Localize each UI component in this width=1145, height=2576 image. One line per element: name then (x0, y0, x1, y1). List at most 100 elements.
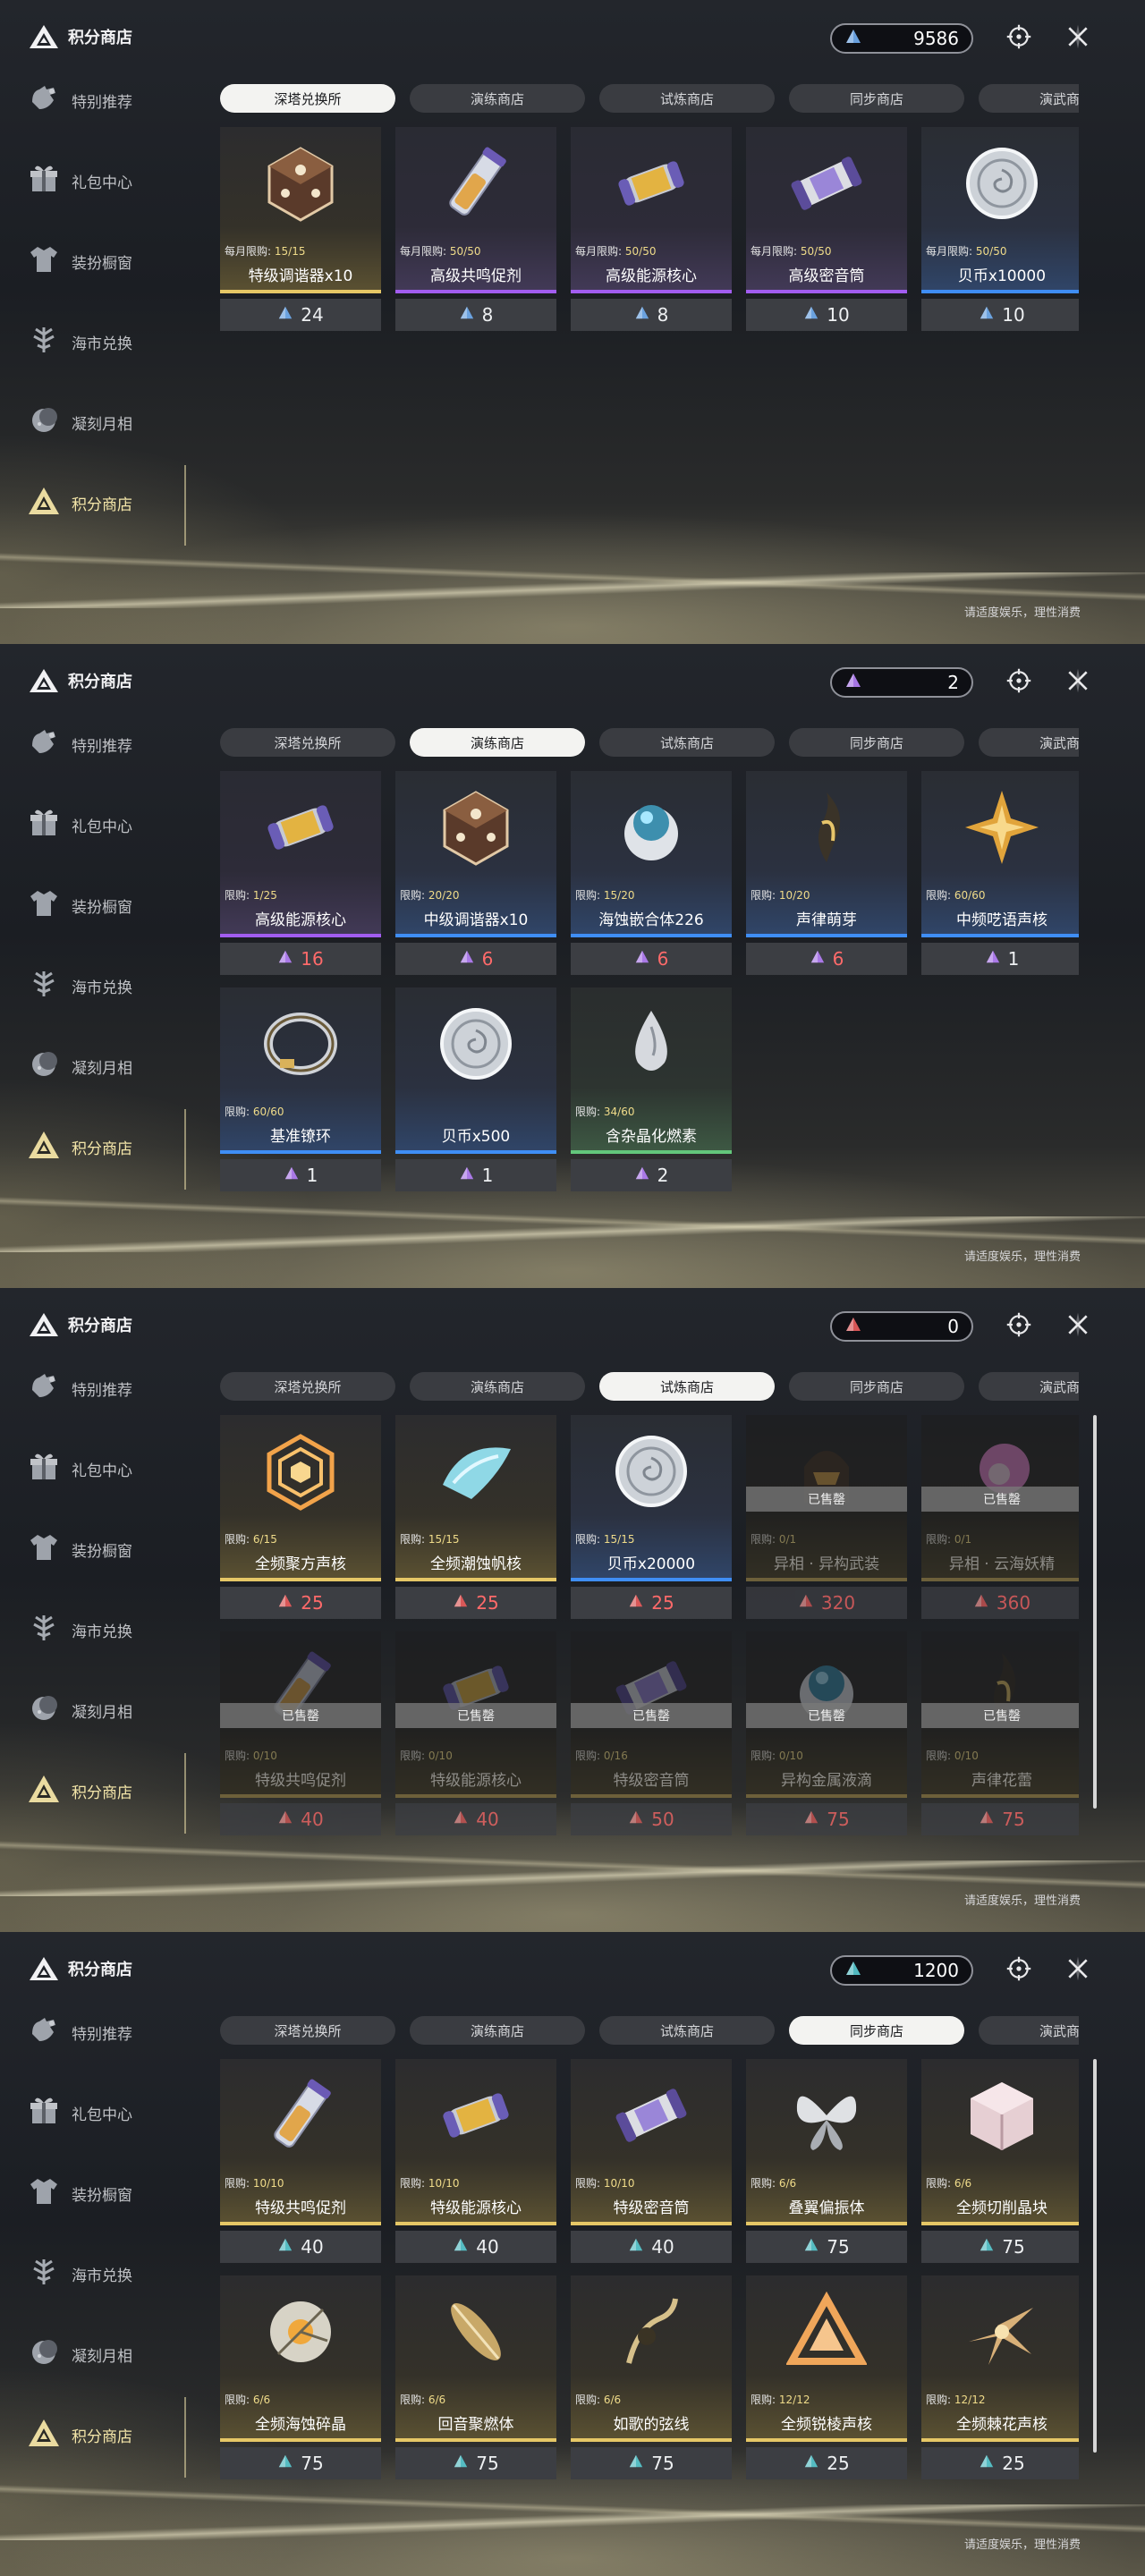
item-card[interactable]: 限购: 10/10 特级密音筒 40 (571, 2059, 732, 2263)
item-card[interactable]: 限购: 10/20 声律萌芽 6 (746, 771, 907, 975)
item-card[interactable]: 已售罄 限购: 0/10 声律花蕾 75 (921, 1631, 1079, 1835)
price-button[interactable]: 2 (571, 1159, 732, 1191)
item-card[interactable]: 限购: 6/6 全频海蚀碎晶 75 (220, 2275, 381, 2479)
price-button[interactable]: 10 (746, 299, 907, 331)
currency-balance[interactable]: 9586 (830, 23, 973, 54)
tab-2[interactable]: 试炼商店 (599, 2016, 775, 2045)
price-button[interactable]: 6 (571, 943, 732, 975)
item-card[interactable]: 限购: 6/6 全频切削晶块 75 (921, 2059, 1079, 2263)
crosshair-icon[interactable] (1004, 665, 1034, 696)
tab-3[interactable]: 同步商店 (789, 728, 964, 757)
item-card[interactable]: 已售罄 限购: 0/1 异相 · 异构武装 320 (746, 1415, 907, 1619)
tab-4[interactable]: 演武商店 (979, 728, 1079, 757)
price-button[interactable]: 10 (921, 299, 1079, 331)
tab-3[interactable]: 同步商店 (789, 1372, 964, 1401)
crosshair-icon[interactable] (1004, 1309, 1034, 1340)
tab-4[interactable]: 演武商店 (979, 2016, 1079, 2045)
price-button[interactable]: 50 (571, 1803, 732, 1835)
sidebar-item-5[interactable]: 积分商店 (27, 1127, 179, 1166)
item-card[interactable]: 限购: 60/60 基准镣环 1 (220, 987, 381, 1191)
price-button[interactable]: 25 (571, 1587, 732, 1619)
price-button[interactable]: 16 (220, 943, 381, 975)
tab-1[interactable]: 演练商店 (410, 1372, 585, 1401)
sidebar-item-5[interactable]: 积分商店 (27, 2415, 179, 2454)
close-icon[interactable] (1063, 1953, 1093, 1984)
sidebar-item-5[interactable]: 积分商店 (27, 1771, 179, 1810)
sidebar-item-2[interactable]: 装扮橱窗 (27, 242, 179, 281)
price-button[interactable]: 1 (395, 1159, 556, 1191)
item-card[interactable]: 已售罄 限购: 0/1 异相 · 云海妖精 360 (921, 1415, 1079, 1619)
price-button[interactable]: 1 (220, 1159, 381, 1191)
item-card[interactable]: 限购: 15/15 贝币x20000 25 (571, 1415, 732, 1619)
tab-2[interactable]: 试炼商店 (599, 728, 775, 757)
item-card[interactable]: 限购: 15/20 海蚀嵌合体226 6 (571, 771, 732, 975)
item-card[interactable]: 限购: 34/60 含杂晶化燃素 2 (571, 987, 732, 1191)
item-card[interactable]: 限购: 6/6 叠翼偏振体 75 (746, 2059, 907, 2263)
sidebar-item-1[interactable]: 礼包中心 (27, 2093, 179, 2132)
tab-2[interactable]: 试炼商店 (599, 1372, 775, 1401)
item-card[interactable]: 限购: 15/15 全频潮蚀帆核 25 (395, 1415, 556, 1619)
close-icon[interactable] (1063, 21, 1093, 52)
tab-1[interactable]: 演练商店 (410, 2016, 585, 2045)
sidebar-item-0[interactable]: 特别推荐 (27, 2012, 179, 2052)
price-button[interactable]: 6 (395, 943, 556, 975)
price-button[interactable]: 40 (220, 2231, 381, 2263)
sidebar-item-4[interactable]: 凝刻月相 (27, 2334, 179, 2374)
sidebar-item-0[interactable]: 特别推荐 (27, 80, 179, 120)
crosshair-icon[interactable] (1004, 1953, 1034, 1984)
currency-balance[interactable]: 2 (830, 667, 973, 698)
price-button[interactable]: 75 (746, 1803, 907, 1835)
sidebar-item-0[interactable]: 特别推荐 (27, 724, 179, 764)
sidebar-item-3[interactable]: 海市兑换 (27, 966, 179, 1005)
tab-0[interactable]: 深塔兑换所 (220, 2016, 395, 2045)
sidebar-item-2[interactable]: 装扮橱窗 (27, 886, 179, 925)
sidebar-item-4[interactable]: 凝刻月相 (27, 1046, 179, 1086)
sidebar-item-2[interactable]: 装扮橱窗 (27, 2174, 179, 2213)
price-button[interactable]: 360 (921, 1587, 1079, 1619)
item-card[interactable]: 每月限购: 50/50 贝币x10000 10 (921, 127, 1079, 331)
scrollbar[interactable] (1093, 1415, 1097, 1809)
item-card[interactable]: 限购: 20/20 中级调谐器x10 6 (395, 771, 556, 975)
price-button[interactable]: 40 (395, 1803, 556, 1835)
item-card[interactable]: 限购: 60/60 中频呓语声核 1 (921, 771, 1079, 975)
tab-0[interactable]: 深塔兑换所 (220, 728, 395, 757)
price-button[interactable]: 75 (220, 2447, 381, 2479)
price-button[interactable]: 25 (395, 1587, 556, 1619)
item-card[interactable]: 限购: 6/6 如歌的弦线 75 (571, 2275, 732, 2479)
item-card[interactable]: 已售罄 限购: 0/10 特级共鸣促剂 40 (220, 1631, 381, 1835)
tab-3[interactable]: 同步商店 (789, 2016, 964, 2045)
item-card[interactable]: 限购: 12/12 全频锐棱声核 25 (746, 2275, 907, 2479)
price-button[interactable]: 40 (571, 2231, 732, 2263)
item-card[interactable]: 限购: 6/15 全频聚方声核 25 (220, 1415, 381, 1619)
sidebar-item-4[interactable]: 凝刻月相 (27, 1690, 179, 1730)
sidebar-item-4[interactable]: 凝刻月相 (27, 402, 179, 442)
price-button[interactable]: 75 (746, 2231, 907, 2263)
currency-balance[interactable]: 0 (830, 1311, 973, 1342)
item-card[interactable]: 每月限购: 50/50 高级密音筒 10 (746, 127, 907, 331)
price-button[interactable]: 6 (746, 943, 907, 975)
price-button[interactable]: 25 (921, 2447, 1079, 2479)
item-card[interactable]: 已售罄 限购: 0/16 特级密音筒 50 (571, 1631, 732, 1835)
price-button[interactable]: 40 (395, 2231, 556, 2263)
item-card[interactable]: 已售罄 限购: 0/10 异构金属液滴 75 (746, 1631, 907, 1835)
tab-1[interactable]: 演练商店 (410, 84, 585, 113)
price-button[interactable]: 25 (220, 1587, 381, 1619)
price-button[interactable]: 25 (746, 2447, 907, 2479)
close-icon[interactable] (1063, 665, 1093, 696)
item-card[interactable]: 限购: 6/6 回音聚燃体 75 (395, 2275, 556, 2479)
sidebar-item-1[interactable]: 礼包中心 (27, 1449, 179, 1488)
sidebar-item-3[interactable]: 海市兑换 (27, 2254, 179, 2293)
price-button[interactable]: 8 (395, 299, 556, 331)
tab-4[interactable]: 演武商店 (979, 84, 1079, 113)
item-card[interactable]: 贝币x500 1 (395, 987, 556, 1191)
tab-0[interactable]: 深塔兑换所 (220, 84, 395, 113)
item-card[interactable]: 限购: 12/12 全频棘花声核 25 (921, 2275, 1079, 2479)
price-button[interactable]: 1 (921, 943, 1079, 975)
sidebar-item-2[interactable]: 装扮橱窗 (27, 1530, 179, 1569)
price-button[interactable]: 320 (746, 1587, 907, 1619)
item-card[interactable]: 每月限购: 50/50 高级共鸣促剂 8 (395, 127, 556, 331)
crosshair-icon[interactable] (1004, 21, 1034, 52)
item-card[interactable]: 已售罄 限购: 0/10 特级能源核心 40 (395, 1631, 556, 1835)
item-card[interactable]: 限购: 1/25 高级能源核心 16 (220, 771, 381, 975)
price-button[interactable]: 75 (921, 2231, 1079, 2263)
